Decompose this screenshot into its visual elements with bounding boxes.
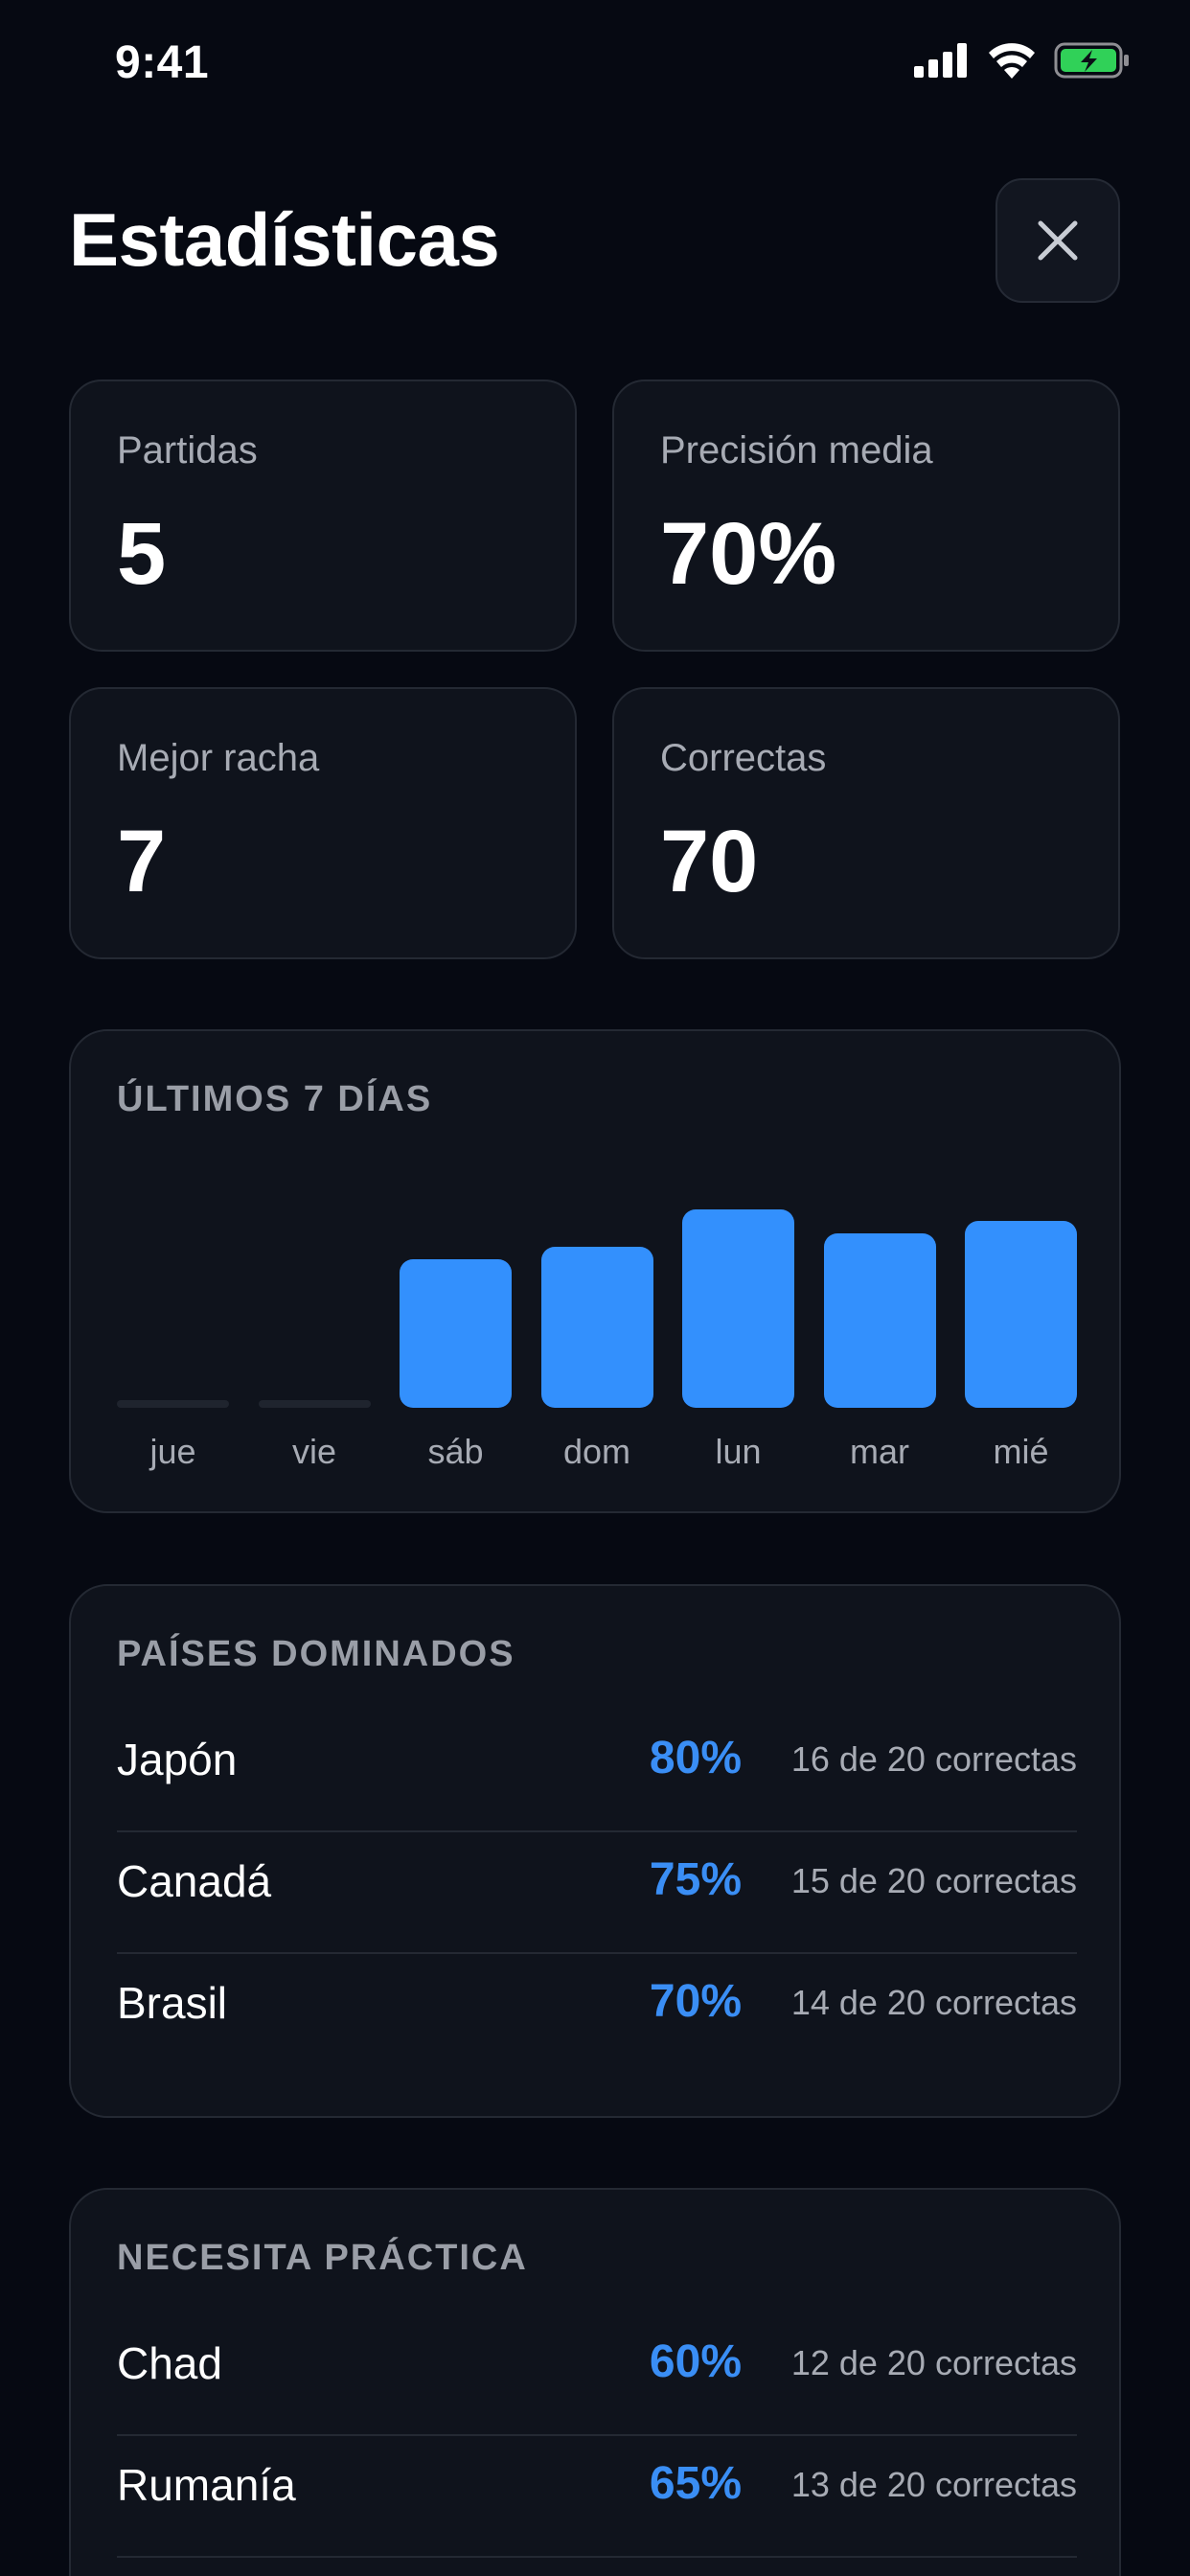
stat-card-best-streak: Mejor racha 7: [69, 687, 577, 959]
country-correct-count: 12 de 20 correctas: [790, 2343, 1077, 2382]
stat-label: Partidas: [117, 429, 258, 472]
chart-day-label: mié: [993, 1432, 1049, 1471]
stat-label: Precisión media: [660, 429, 933, 472]
chart-day-label: sáb: [427, 1432, 484, 1471]
stat-card-accuracy: Precisión media 70%: [612, 380, 1120, 652]
country-name: Chad: [117, 2338, 222, 2388]
needs-practice-panel: NECESITA PRÁCTICA Chad 60% 12 de 20 corr…: [69, 2188, 1121, 2576]
country-name: Rumanía: [117, 2460, 296, 2510]
chart-bar-dom: [540, 1247, 653, 1408]
stat-card-games: Partidas 5: [69, 380, 577, 652]
stat-value: 7: [117, 813, 167, 910]
country-correct-count: 15 de 20 correctas: [790, 1861, 1077, 1900]
battery-charging-icon: [1054, 42, 1129, 79]
bar-chart: jue vie sáb dom lun mar mié: [117, 1031, 1077, 1491]
close-button[interactable]: [995, 178, 1120, 303]
chart-bar-mié: [965, 1221, 1077, 1408]
list-item: Brasil 70% 14 de 20 correctas: [117, 1943, 1077, 2063]
divider: [117, 2556, 1077, 2558]
status-time: 9:41: [115, 37, 210, 88]
stat-label: Correctas: [660, 737, 827, 779]
country-percentage: 60%: [649, 2336, 742, 2387]
panel-title: PAÍSES DOMINADOS: [117, 1634, 515, 1674]
stat-label: Mejor racha: [117, 737, 320, 779]
close-icon: [1038, 220, 1078, 261]
last-7-days-panel: ÚLTIMOS 7 DÍAS jue vie sáb dom lun mar mié: [69, 1029, 1121, 1513]
chart-day-label: vie: [291, 1432, 337, 1471]
country-correct-count: 14 de 20 correctas: [790, 1983, 1077, 2022]
country-correct-count: 13 de 20 correctas: [790, 2465, 1077, 2504]
stat-card-correct: Correctas 70: [612, 687, 1120, 959]
stat-value: 70%: [660, 505, 837, 603]
status-bar: 9:41: [0, 0, 1190, 125]
panel-title: NECESITA PRÁCTICA: [117, 2238, 528, 2278]
chart-day-label: dom: [562, 1432, 631, 1471]
status-icons: [914, 42, 1131, 79]
page-title: Estadísticas: [69, 197, 500, 282]
chart-bar-sáb: [400, 1259, 512, 1408]
list-item: Chad 60% 12 de 20 correctas: [117, 2303, 1077, 2424]
chart-day-label: mar: [850, 1432, 909, 1471]
country-percentage: 65%: [649, 2458, 742, 2509]
country-percentage: 70%: [649, 1976, 742, 2027]
list-item: Canadá 75% 15 de 20 correctas: [117, 1821, 1077, 1942]
chart-bar-mar: [823, 1233, 936, 1408]
stat-value: 70: [660, 813, 759, 910]
country-name: Canadá: [117, 1856, 272, 1906]
chart-bar-lun: [682, 1209, 794, 1408]
list-item: Rumanía 65% 13 de 20 correctas: [117, 2425, 1077, 2545]
chart-day-label: lun: [715, 1432, 762, 1471]
wifi-icon: [989, 43, 1035, 79]
country-name: Japón: [117, 1735, 238, 1784]
country-percentage: 80%: [649, 1733, 742, 1783]
country-correct-count: 16 de 20 correctas: [790, 1739, 1077, 1779]
list-item: Japón 80% 16 de 20 correctas: [117, 1699, 1077, 1820]
cellular-signal-icon: [914, 43, 967, 78]
country-percentage: 75%: [649, 1854, 742, 1905]
country-name: Brasil: [117, 1978, 228, 2028]
dominated-countries-panel: PAÍSES DOMINADOS Japón 80% 16 de 20 corr…: [69, 1584, 1121, 2118]
chart-bar-jue: [117, 1400, 229, 1408]
chart-bar-vie: [258, 1400, 371, 1408]
stat-value: 5: [117, 505, 167, 603]
chart-day-label: jue: [149, 1432, 196, 1471]
